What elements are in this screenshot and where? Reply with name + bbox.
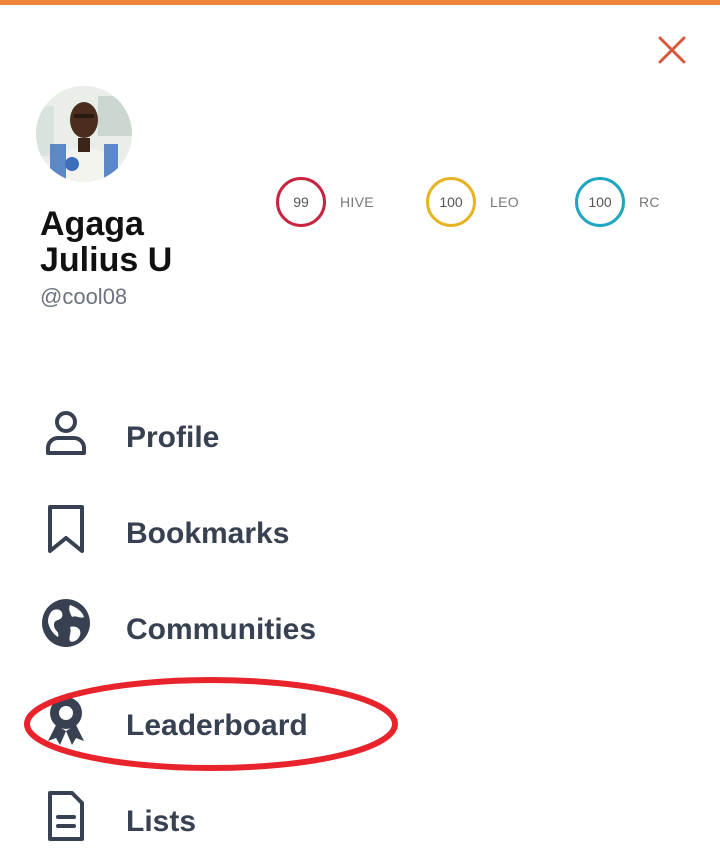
avatar[interactable]	[36, 86, 132, 182]
menu-item-leaderboard[interactable]: Leaderboard	[0, 683, 720, 753]
menu-label-communities: Communities	[126, 613, 317, 646]
menu-label-profile: Profile	[126, 421, 220, 454]
globe-icon	[42, 599, 90, 647]
rc-ring: 100	[575, 177, 625, 227]
display-name-line2: Julius U	[40, 241, 173, 279]
close-icon	[658, 36, 686, 64]
menu-item-communities[interactable]: Communities	[0, 587, 720, 657]
display-name: Agaga Julius U	[40, 206, 260, 278]
menu-label-bookmarks: Bookmarks	[126, 517, 290, 550]
leo-label: LEO	[490, 194, 519, 210]
menu-item-lists[interactable]: Lists	[0, 779, 720, 849]
menu-item-bookmarks[interactable]: Bookmarks	[0, 491, 720, 561]
bookmark-icon	[48, 505, 84, 553]
menu-label-leaderboard: Leaderboard	[126, 709, 308, 742]
close-button[interactable]	[652, 32, 690, 70]
username-handle: @cool08	[40, 284, 128, 309]
leo-ring: 100	[426, 177, 476, 227]
menu-label-lists: Lists	[126, 805, 197, 838]
leo-meter[interactable]: 100 LEO	[426, 174, 519, 230]
rc-label: RC	[639, 194, 660, 210]
top-accent-bar	[0, 0, 720, 5]
user-icon	[46, 411, 86, 455]
menu-item-profile[interactable]: Profile	[0, 395, 720, 465]
rc-meter[interactable]: 100 RC	[575, 174, 660, 230]
document-icon	[48, 791, 84, 841]
hive-ring: 99	[276, 177, 326, 227]
hive-label: HIVE	[340, 194, 374, 210]
avatar-photo	[36, 86, 132, 182]
display-name-line1: Agaga	[40, 205, 144, 243]
hive-meter[interactable]: 99 HIVE	[276, 174, 374, 230]
award-icon	[48, 697, 84, 745]
